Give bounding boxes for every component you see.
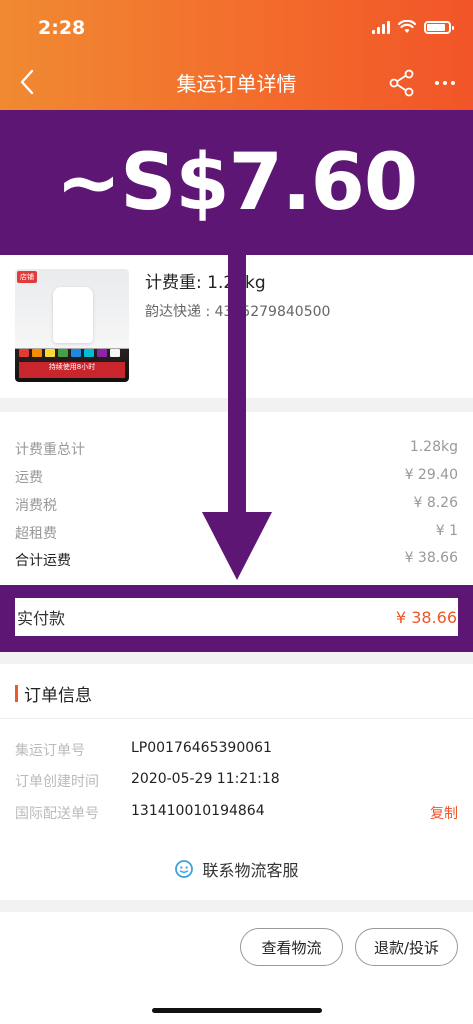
- smiley-service-icon: [175, 860, 194, 878]
- share-button[interactable]: [388, 68, 416, 98]
- price-banner: ~S$7.60: [0, 110, 473, 255]
- billing-weight: 计费重: 1.28kg: [145, 273, 266, 293]
- info-value: LP00176465390061: [131, 740, 272, 756]
- fee-row-total: 合计运费 ¥ 38.66: [15, 550, 458, 570]
- fee-row: 超租费 ¥ 1: [15, 523, 458, 543]
- status-icons: [372, 20, 454, 34]
- info-value: 2020-05-29 11:21:18: [131, 771, 280, 787]
- fee-row: 消费税 ¥ 8.26: [15, 495, 458, 515]
- fee-row: 运费 ¥ 29.40: [15, 467, 458, 487]
- dot-icon: [443, 81, 447, 85]
- fee-value: ¥ 1: [435, 523, 458, 539]
- fee-value: ¥ 8.26: [413, 495, 458, 511]
- humidifier-image: [53, 287, 93, 343]
- info-row: 订单创建时间 2020-05-29 11:21:18: [15, 771, 458, 791]
- section-accent-bar: [15, 685, 18, 702]
- fee-value: ¥ 29.40: [404, 467, 458, 483]
- contact-logistics-label: 联系物流客服: [202, 861, 299, 880]
- courier-tracking: 韵达快递 : 4315279840500: [145, 304, 331, 320]
- fee-value: ¥ 38.66: [404, 550, 458, 566]
- paid-value: ¥ 38.66: [395, 607, 457, 627]
- info-value: 131410010194864: [131, 803, 265, 819]
- fee-label: 消费税: [15, 498, 57, 514]
- view-logistics-button[interactable]: 查看物流: [240, 928, 343, 966]
- order-info-title: 订单信息: [15, 681, 92, 706]
- status-time: 2:28: [38, 17, 86, 39]
- paid-label: 实付款: [17, 609, 66, 628]
- color-swatches: [19, 349, 120, 357]
- refund-complaint-button[interactable]: 退款/投诉: [355, 928, 458, 966]
- dot-icon: [435, 81, 439, 85]
- info-row: 国际配送单号 131410010194864 复制: [15, 803, 458, 823]
- divider: [0, 718, 473, 719]
- header: 2:28 集运订单详情: [0, 0, 473, 110]
- wifi-icon: [398, 20, 416, 33]
- product-thumbnail[interactable]: 店铺 持续使用8小时: [15, 269, 129, 382]
- fee-label: 合计运费: [15, 553, 71, 569]
- fee-label: 超租费: [15, 526, 57, 542]
- order-info-title-text: 订单信息: [24, 686, 92, 706]
- dot-icon: [451, 81, 455, 85]
- info-row: 集运订单号 LP00176465390061: [15, 740, 458, 760]
- home-indicator: [152, 1008, 322, 1013]
- fee-value: 1.28kg: [409, 439, 458, 455]
- paid-amount-row: 实付款 ¥ 38.66: [15, 598, 458, 636]
- share-icon: [389, 69, 414, 97]
- info-label: 集运订单号: [15, 743, 85, 759]
- fee-label: 运费: [15, 470, 43, 486]
- contact-logistics-service-button[interactable]: 联系物流客服: [0, 857, 473, 881]
- fee-label: 计费重总计: [15, 442, 85, 458]
- fee-row: 计费重总计 1.28kg: [15, 439, 458, 459]
- thumb-caption: 持续使用8小时: [19, 362, 125, 378]
- more-options-button[interactable]: [430, 70, 460, 96]
- info-label: 订单创建时间: [15, 774, 99, 790]
- battery-icon: [424, 20, 454, 34]
- thumb-store-tag: 店铺: [17, 271, 37, 283]
- cellular-signal-icon: [372, 20, 390, 34]
- info-label: 国际配送单号: [15, 806, 99, 822]
- copy-button[interactable]: 复制: [430, 803, 458, 823]
